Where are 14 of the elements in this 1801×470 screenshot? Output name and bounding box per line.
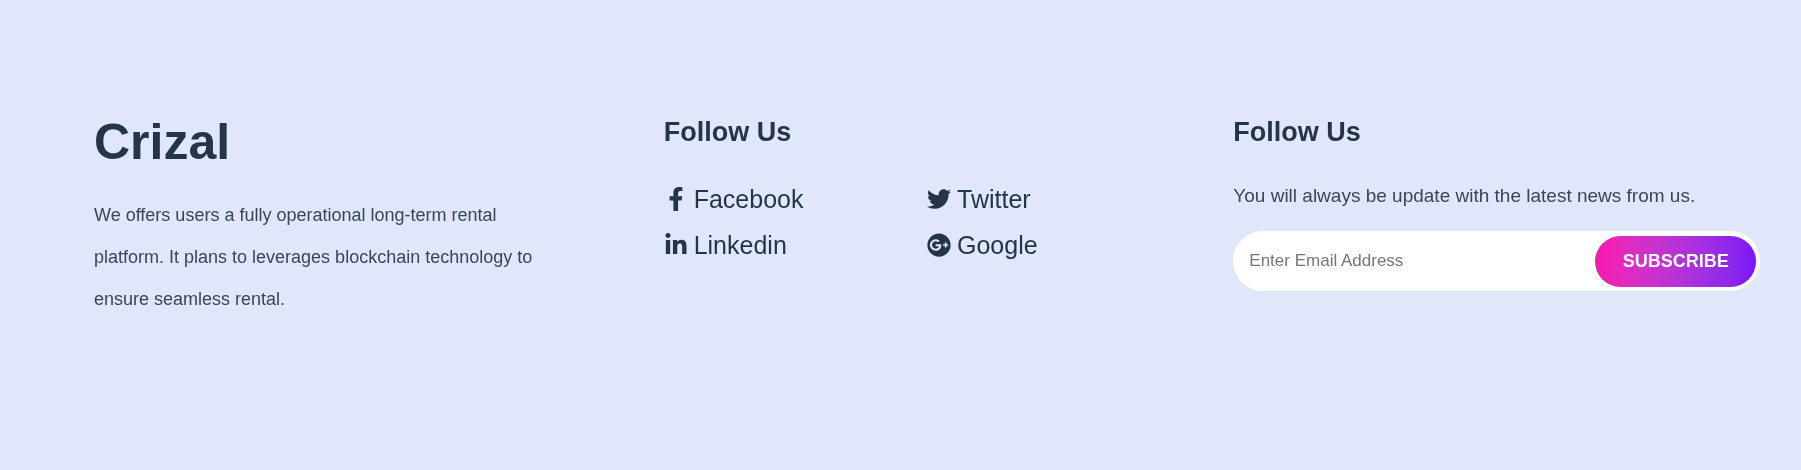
social-link[interactable]: Google (927, 226, 1038, 264)
subscribe-button[interactable]: SUBSCRIBE (1595, 235, 1757, 287)
social-link[interactable]: Facebook (663, 180, 804, 218)
brand-description: We offers users a fully operational long-term rental platform. It plans to leverages blockchain technology to ensure seamless rental. (94, 204, 534, 311)
social-link[interactable]: Linkedin (663, 226, 787, 264)
linkedin-icon (663, 233, 688, 257)
google-plus-icon (927, 233, 951, 257)
twitter-icon (927, 187, 951, 211)
section-heading: Follow Us (663, 116, 792, 149)
social-link[interactable]: Twitter (927, 180, 1031, 218)
newsletter-text: You will always be update with the latest news from us. (1233, 184, 1697, 208)
section-heading: Follow Us (1233, 116, 1361, 149)
email-field[interactable]: Enter Email Address SUBSCRIBE (1233, 231, 1761, 291)
brand-title: Crizal (94, 113, 231, 172)
